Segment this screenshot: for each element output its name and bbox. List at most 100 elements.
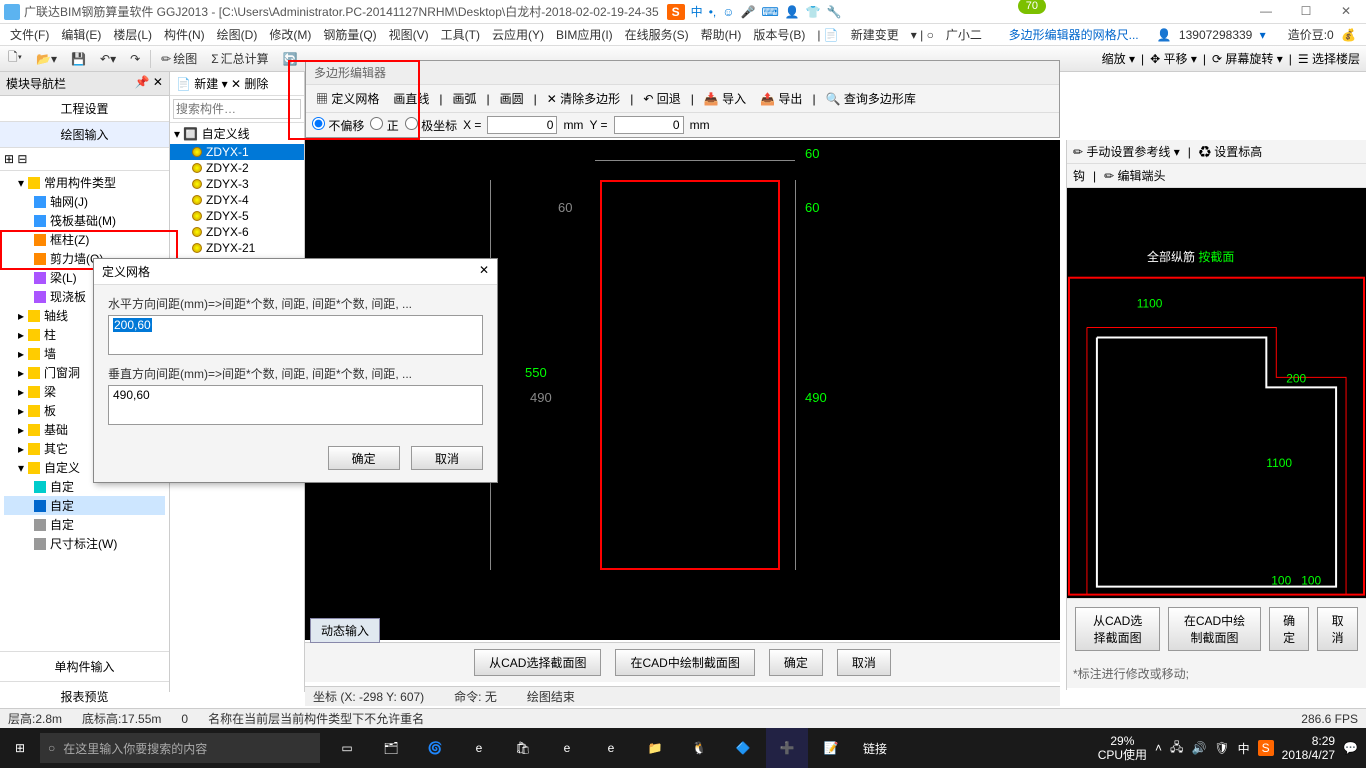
menu-view[interactable]: 视图(V) <box>385 24 433 45</box>
draw-arc-button[interactable]: 画弧 <box>449 88 481 109</box>
section-canvas[interactable]: 全部纵筋 按截面 200 1100 1100 100 100 <box>1067 188 1366 598</box>
dialog-ok-button[interactable]: 确定 <box>328 446 400 470</box>
node-col[interactable]: 柱 <box>44 326 56 343</box>
redo-icon[interactable]: ↷ <box>126 50 144 68</box>
draw-button[interactable]: ✏ 绘图 <box>157 48 201 69</box>
project-settings-button[interactable]: 工程设置 <box>0 96 169 122</box>
h-spacing-input[interactable]: 200,60 <box>108 315 483 355</box>
set-elevation-button[interactable]: ♻ 设置标高 <box>1199 143 1262 160</box>
search-input[interactable] <box>173 99 301 119</box>
menu-draw[interactable]: 绘图(D) <box>213 24 262 45</box>
close-button[interactable]: ✕ <box>1326 0 1366 22</box>
clear-poly-button[interactable]: ✕ 清除多边形 <box>543 88 624 109</box>
list-item[interactable]: ZDYX-6 <box>170 224 304 240</box>
new-comp-btn[interactable]: 📄 新建 ▾ <box>176 77 228 91</box>
node-c3[interactable]: 自定 <box>50 516 74 533</box>
explorer-icon[interactable]: 🗂 <box>370 728 412 768</box>
rp-from-cad-button[interactable]: 从CAD选择截面图 <box>1075 607 1160 651</box>
polar-radio[interactable]: 极坐标 <box>405 117 457 134</box>
node-c1[interactable]: 自定 <box>50 478 74 495</box>
canvas-ok-button[interactable]: 确定 <box>769 649 823 676</box>
undo-icon[interactable]: ↶▾ <box>96 50 120 68</box>
edit-end-button[interactable]: ✏ 编辑端头 <box>1104 167 1165 184</box>
refresh-icon[interactable]: 🔄 <box>279 50 302 68</box>
from-cad-button[interactable]: 从CAD选择截面图 <box>474 649 601 676</box>
draw-input-button[interactable]: 绘图输入 <box>0 122 169 148</box>
app2-icon[interactable]: 🔷 <box>722 728 764 768</box>
menu-floor[interactable]: 楼层(L) <box>109 24 156 45</box>
rotate-button[interactable]: ⟳ 屏幕旋转 ▾ <box>1212 50 1283 67</box>
node-slab2[interactable]: 板 <box>44 402 56 419</box>
store-icon[interactable]: 🛍 <box>502 728 544 768</box>
in-cad-button[interactable]: 在CAD中绘制截面图 <box>615 649 754 676</box>
menu-version[interactable]: 版本号(B) <box>749 24 809 45</box>
list-item[interactable]: ZDYX-2 <box>170 160 304 176</box>
node-other[interactable]: 其它 <box>44 440 68 457</box>
ie-icon[interactable]: e <box>590 728 632 768</box>
expand-icon[interactable]: ⊞ <box>4 152 14 166</box>
tray-vol-icon[interactable]: 🔊 <box>1191 741 1206 755</box>
list-item[interactable]: ZDYX-1 <box>170 144 304 160</box>
folder-icon[interactable]: 📁 <box>634 728 676 768</box>
rp-in-cad-button[interactable]: 在CAD中绘制截面图 <box>1168 607 1261 651</box>
menu-tool[interactable]: 工具(T) <box>437 24 484 45</box>
notify-badge[interactable]: 70 <box>1018 0 1046 14</box>
normal-radio[interactable]: 正 <box>370 117 398 134</box>
dialog-cancel-button[interactable]: 取消 <box>411 446 483 470</box>
list-item[interactable]: ZDYX-4 <box>170 192 304 208</box>
app1-icon[interactable]: 🌀 <box>414 728 456 768</box>
ime-emoji-icon[interactable]: ☺ <box>722 5 734 19</box>
ime-punct[interactable]: •, <box>709 5 717 19</box>
draw-circle-button[interactable]: 画圆 <box>496 88 528 109</box>
menu-bim[interactable]: BIM应用(I) <box>552 24 617 45</box>
list-item[interactable]: ZDYX-21 <box>170 240 304 256</box>
maximize-button[interactable]: ☐ <box>1286 0 1326 22</box>
node-slab[interactable]: 现浇板 <box>50 288 86 305</box>
taskbar-search[interactable]: ○ 在这里输入你要搜索的内容 <box>40 733 320 763</box>
tray-sogou-icon[interactable]: S <box>1258 740 1274 756</box>
node-found[interactable]: 基础 <box>44 421 68 438</box>
ime-skin-icon[interactable]: 👕 <box>806 5 821 19</box>
import-button[interactable]: 📥 导入 <box>700 88 750 109</box>
taskbar-clock[interactable]: 8:292018/4/27 <box>1282 734 1335 763</box>
hook-button[interactable]: 钩 <box>1073 167 1085 184</box>
del-comp-btn[interactable]: ✕ 删除 <box>231 77 268 91</box>
menu-component[interactable]: 构件(N) <box>160 24 209 45</box>
tray-up-icon[interactable]: ˄ <box>1155 741 1162 755</box>
action-center-icon[interactable]: 💬 <box>1343 741 1358 755</box>
new-file-icon[interactable]: 🗋▾ <box>4 46 26 71</box>
export-button[interactable]: 📤 导出 <box>756 88 806 109</box>
user-radio[interactable]: 广小二 <box>942 24 986 45</box>
menu-edit[interactable]: 编辑(E) <box>57 24 105 45</box>
no-offset-radio[interactable]: 不偏移 <box>312 117 364 134</box>
node-custom[interactable]: 自定义 <box>44 459 80 476</box>
open-file-icon[interactable]: 📂▾ <box>32 50 61 68</box>
ime-keyboard-icon[interactable]: ⌨ <box>761 5 778 19</box>
ime-tool-icon[interactable]: 🔧 <box>827 5 842 19</box>
link-text[interactable]: 链接 <box>854 728 896 768</box>
tray-ime[interactable]: 中 <box>1238 740 1250 757</box>
node-column[interactable]: 框柱(Z) <box>50 231 89 248</box>
dialog-close-icon[interactable]: ✕ <box>479 263 489 280</box>
tray-net-icon[interactable]: 🖧 <box>1170 738 1183 759</box>
menu-online[interactable]: 在线服务(S) <box>621 24 693 45</box>
poly-tip-link[interactable]: 多边形编辑器的网格尺... <box>1005 24 1143 45</box>
new-change-button[interactable]: 新建变更 <box>847 24 903 45</box>
draw-line-button[interactable]: 画直线 <box>389 88 433 109</box>
node-raft[interactable]: 筏板基础(M) <box>50 212 116 229</box>
ime-toolbar[interactable]: S 中 •, ☺ 🎤 ⌨ 👤 👕 🔧 <box>667 3 842 20</box>
dynamic-input-button[interactable]: 动态输入 <box>310 618 380 643</box>
start-button[interactable]: ⊞ <box>0 741 40 755</box>
select-floor-button[interactable]: ☰ 选择楼层 <box>1298 50 1360 67</box>
single-input-button[interactable]: 单构件输入 <box>0 651 169 681</box>
rp-cancel-button[interactable]: 取消 <box>1317 607 1358 651</box>
nav-pin-icon[interactable]: 📌 ✕ <box>135 75 163 92</box>
cpu-meter[interactable]: 29%CPU使用 <box>1098 734 1147 763</box>
ime-mic-icon[interactable]: 🎤 <box>741 5 756 19</box>
collapse-icon[interactable]: ⊟ <box>17 152 27 166</box>
node-axisline[interactable]: 轴线 <box>44 307 68 324</box>
node-common[interactable]: 常用构件类型 <box>44 174 116 191</box>
ime-lang[interactable]: 中 <box>691 3 703 20</box>
zoom-button[interactable]: 缩放 ▾ <box>1102 50 1135 67</box>
sum-button[interactable]: Σ 汇总计算 <box>207 48 272 69</box>
